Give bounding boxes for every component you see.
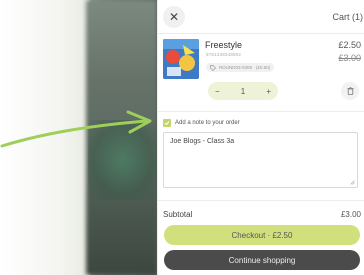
price-current: £2.50 [338, 40, 361, 50]
close-icon: ✕ [168, 10, 180, 24]
cart-drawer: ✕ Cart (1) Freestyle 9781338345902 ROUND… [157, 0, 364, 275]
trash-icon [347, 87, 353, 95]
product-image[interactable] [163, 39, 199, 79]
product-divider [158, 111, 364, 112]
subtotal-label: Subtotal [163, 210, 193, 219]
summary-divider [158, 200, 364, 201]
price-original: £3.00 [338, 53, 361, 63]
resize-handle-icon[interactable] [350, 180, 355, 185]
annotation-arrow-icon [0, 110, 152, 148]
header-divider [158, 33, 364, 34]
continue-shopping-button[interactable]: Continue shopping [164, 250, 360, 270]
quantity-stepper: − 1 + [208, 82, 278, 100]
subtotal-value: £3.00 [340, 210, 361, 219]
checkmark-icon [164, 121, 170, 126]
note-label: Add a note to your order [175, 120, 240, 126]
product-title[interactable]: Freestyle [205, 40, 242, 50]
close-button[interactable]: ✕ [163, 6, 185, 28]
cart-title: Cart (1) [332, 12, 363, 22]
decrease-quantity-button[interactable]: − [215, 87, 220, 96]
tag-icon [210, 64, 216, 71]
product-code: 9781338345902 [206, 52, 242, 57]
increase-quantity-button[interactable]: + [266, 87, 271, 96]
remove-item-button[interactable] [341, 82, 359, 100]
note-checkbox[interactable] [163, 119, 171, 127]
order-note-text: Joe Blogs - Class 3a [170, 138, 235, 145]
checkout-button[interactable]: Checkout · £2.50 [164, 225, 360, 245]
discount-code-text: ROUND03-0306 · (£0.50) [219, 65, 271, 70]
quantity-value[interactable]: 1 [241, 87, 245, 96]
discount-tag: ROUND03-0306 · (£0.50) [206, 63, 275, 72]
order-note-textarea[interactable]: Joe Blogs - Class 3a [163, 132, 358, 188]
note-toggle[interactable]: Add a note to your order [163, 119, 240, 127]
